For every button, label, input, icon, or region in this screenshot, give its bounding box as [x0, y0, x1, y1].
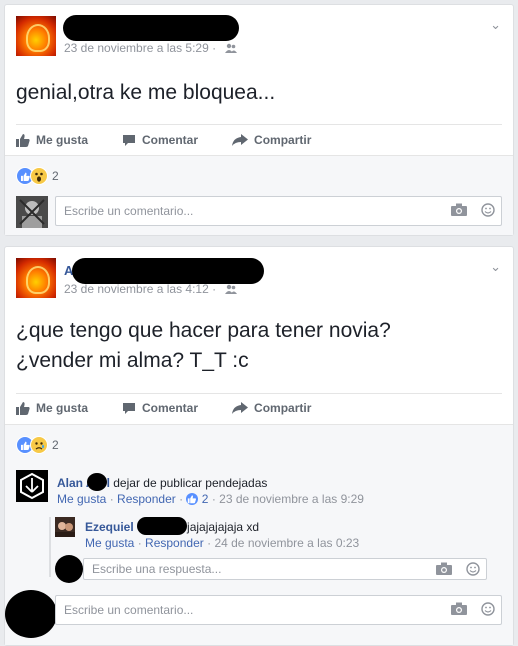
comment-author-tail: l	[106, 476, 110, 490]
redacted-reply-avatar	[55, 555, 83, 583]
redacted-author-name	[63, 15, 239, 41]
comment-like-link[interactable]: Me gusta	[57, 492, 106, 506]
reply-input[interactable]: Escribe una respuesta...	[83, 558, 487, 580]
separator: ·	[137, 536, 142, 550]
like-reaction-icon	[186, 493, 199, 505]
share-arrow-icon	[232, 401, 249, 414]
comment-button[interactable]: Comentar	[122, 126, 198, 154]
post-card: 23 de noviembre a las 5:29 · ⌄ genial,ot…	[4, 4, 514, 236]
commenter-avatar[interactable]	[16, 470, 48, 502]
redacted-author-name	[72, 258, 264, 284]
author-avatar[interactable]	[16, 16, 56, 56]
wow-reaction-icon	[30, 167, 48, 185]
sad-reaction-icon	[30, 436, 48, 454]
comment-label: Comentar	[142, 401, 199, 415]
reply-actions: Me gusta · Responder · 24 de noviembre a…	[85, 536, 359, 550]
reaction-count: 2	[52, 438, 59, 452]
reply-author-avatar[interactable]	[55, 517, 75, 537]
comment-body: Alan Al dejar de publicar pendejadas	[57, 473, 267, 491]
friends-icon	[225, 43, 238, 53]
post-card: A 23 de noviembre a las 4:12 · ⌄ ¿que te…	[4, 246, 514, 646]
comment-icon	[123, 134, 136, 146]
reactions-summary[interactable]: 2	[16, 167, 59, 185]
comment-actions: Me gusta · Responder · 2 · 23 de noviemb…	[57, 492, 364, 506]
comment-input[interactable]: Escribe un comentario...	[55, 595, 502, 625]
share-label: Compartir	[254, 133, 312, 147]
reply-placeholder: Escribe una respuesta...	[92, 562, 222, 576]
share-label: Compartir	[254, 401, 312, 415]
comment-button[interactable]: Comentar	[122, 394, 198, 422]
linkin-park-logo-icon	[16, 470, 48, 502]
thumbs-up-icon	[16, 402, 30, 415]
comment-reply-link[interactable]: Responder	[117, 492, 176, 506]
divider	[16, 124, 502, 125]
reactions-summary[interactable]: 2	[16, 436, 59, 454]
post-meta: 23 de noviembre a las 5:29 ·	[64, 41, 238, 55]
post-date[interactable]: 23 de noviembre a las 5:29	[64, 41, 209, 55]
post-meta: 23 de noviembre a las 4:12 ·	[64, 282, 238, 296]
separator: ·	[207, 536, 212, 550]
emoji-icon[interactable]	[481, 602, 495, 616]
thumbs-up-icon	[16, 134, 30, 147]
author-avatar[interactable]	[16, 258, 56, 298]
reaction-count: 2	[52, 169, 59, 183]
post-actions: Me gusta Comentar Compartir	[16, 394, 502, 422]
reply-thread-line	[49, 517, 51, 577]
post-footer: 2 Alan Al dejar de publicar pendejadas M…	[5, 424, 513, 645]
post-date[interactable]: 23 de noviembre a las 4:12	[64, 282, 209, 296]
friends-icon	[225, 284, 238, 294]
share-button[interactable]: Compartir	[232, 126, 311, 154]
camera-icon[interactable]	[436, 562, 452, 575]
reply-reply-link[interactable]: Responder	[145, 536, 204, 550]
reply-date[interactable]: 24 de noviembre a las 0:23	[214, 536, 359, 550]
like-label: Me gusta	[36, 133, 89, 147]
comment-placeholder: Escribe un comentario...	[64, 603, 194, 617]
comment-input[interactable]: Escribe un comentario...	[55, 196, 502, 226]
comment-label: Comentar	[142, 133, 199, 147]
like-button[interactable]: Me gusta	[16, 126, 88, 154]
reply-author[interactable]: Ezequiel	[85, 520, 134, 534]
comment-placeholder: Escribe un comentario...	[64, 204, 194, 218]
post-actions: Me gusta Comentar Compartir	[16, 126, 502, 154]
camera-icon[interactable]	[451, 203, 467, 216]
separator: ·	[212, 282, 217, 296]
comment-like-count[interactable]: 2	[202, 492, 209, 506]
chevron-down-icon[interactable]: ⌄	[490, 17, 501, 33]
share-button[interactable]: Compartir	[232, 394, 311, 422]
current-user-avatar	[16, 196, 48, 228]
camera-icon[interactable]	[451, 602, 467, 615]
reply-text: jajajajajaja xd	[187, 520, 260, 534]
comment-date[interactable]: 23 de noviembre a las 9:29	[219, 492, 364, 506]
redacted-surname	[86, 473, 107, 491]
separator: ·	[211, 492, 216, 506]
post-footer: 2 Escribe un comentario...	[5, 155, 513, 235]
share-arrow-icon	[232, 133, 249, 146]
comment-text: dejar de publicar pendejadas	[113, 476, 268, 490]
post-text-line-2: ¿vender mi alma? T_T :c	[16, 349, 249, 372]
comment-icon	[123, 402, 136, 414]
reply-body: Ezequiel jajajajajaja xd	[85, 517, 259, 535]
redacted-user-avatar	[5, 590, 57, 638]
emoji-icon[interactable]	[481, 203, 495, 217]
separator: ·	[179, 492, 184, 506]
separator: ·	[109, 492, 114, 506]
reply-like-link[interactable]: Me gusta	[85, 536, 134, 550]
like-button[interactable]: Me gusta	[16, 394, 88, 422]
redacted-surname	[137, 517, 188, 535]
post-text-line-1: ¿que tengo que hacer para tener novia?	[16, 319, 391, 342]
chevron-down-icon[interactable]: ⌄	[490, 259, 501, 275]
like-label: Me gusta	[36, 401, 89, 415]
emoji-icon[interactable]	[466, 562, 480, 576]
separator: ·	[212, 41, 217, 55]
post-text: genial,otra ke me bloquea...	[16, 81, 276, 104]
